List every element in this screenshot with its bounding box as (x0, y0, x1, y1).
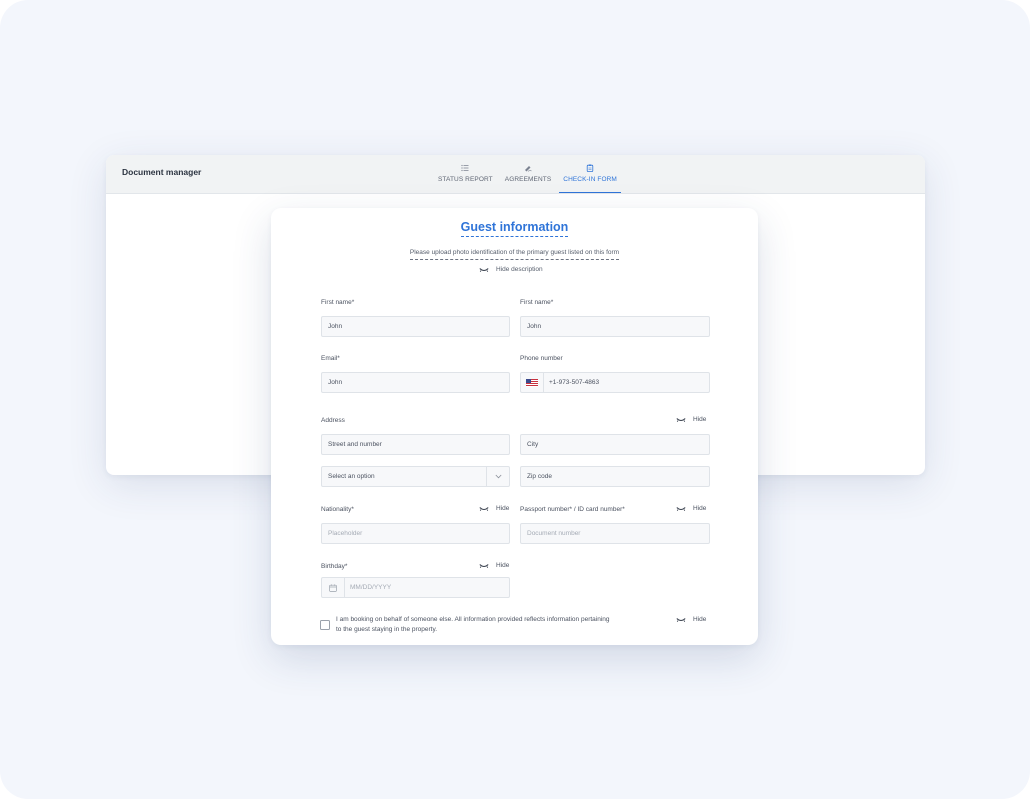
nationality-hide-toggle[interactable]: Hide (479, 505, 509, 512)
eye-closed-icon (676, 417, 686, 422)
birthday-input[interactable]: MM/DD/YYYY (321, 577, 510, 598)
email-field[interactable]: John (321, 372, 510, 393)
tab-check-in-form[interactable]: CHECK-IN FORM (559, 164, 621, 193)
hide-label: Hide (496, 562, 510, 569)
list-icon (461, 164, 469, 173)
address-label: Address (321, 417, 345, 424)
phone-field[interactable]: +1-973-507-4863 (520, 372, 710, 393)
birthday-label: Birthday* (321, 563, 348, 570)
eye-closed-icon (676, 506, 686, 511)
city-input[interactable]: City (520, 434, 710, 455)
tab-label: STATUS REPORT (438, 176, 493, 183)
hide-label: Hide (693, 616, 707, 623)
birthday-placeholder: MM/DD/YYYY (350, 584, 392, 591)
on-behalf-line-1: I am booking on behalf of someone else. … (336, 616, 610, 623)
hide-label: Hide (496, 505, 510, 512)
top-bar: Document manager STATUS REPORT AGREEMENT… (106, 155, 925, 194)
on-behalf-line-2: to the guest staying in the property. (336, 626, 438, 633)
nationality-input[interactable]: Placeholder (321, 523, 510, 544)
first-name-input[interactable]: John (321, 316, 510, 337)
select-value: Select an option (328, 473, 375, 480)
on-behalf-hide-toggle[interactable]: Hide (676, 616, 706, 623)
street-input[interactable]: Street and number (321, 434, 510, 455)
form-title-text: Guest information (460, 220, 569, 237)
chevron-down-icon[interactable] (486, 467, 509, 486)
calendar-icon[interactable] (322, 578, 345, 597)
eye-closed-icon (479, 506, 489, 511)
nationality-label: Nationality* (321, 506, 354, 513)
eye-closed-icon (676, 617, 686, 622)
first-name-input-2[interactable]: John (520, 316, 710, 337)
tab-status-report[interactable]: STATUS REPORT (434, 164, 497, 193)
tab-agreements[interactable]: AGREEMENTS (501, 164, 556, 193)
phone-label: Phone number (520, 355, 563, 362)
app-title: Document manager (122, 167, 202, 177)
tab-label: CHECK-IN FORM (563, 176, 617, 183)
hide-description-label: Hide description (496, 266, 543, 273)
hide-label: Hide (693, 416, 707, 423)
form-description: Please upload photo identification of th… (271, 249, 758, 260)
birthday-hide-toggle[interactable]: Hide (479, 562, 509, 569)
guest-information-card: Guest information Please upload photo id… (271, 208, 758, 645)
passport-hide-toggle[interactable]: Hide (676, 505, 706, 512)
on-behalf-checkbox[interactable] (320, 620, 330, 630)
page-background: Document manager STATUS REPORT AGREEMENT… (0, 0, 1030, 799)
zip-input[interactable]: Zip code (520, 466, 710, 487)
eye-closed-icon (479, 563, 489, 568)
passport-label: Passport number* / ID card number* (520, 506, 625, 513)
first-name-label: First name* (321, 299, 355, 306)
eye-closed-icon (479, 267, 489, 272)
hide-description-toggle[interactable]: Hide description (479, 266, 543, 273)
passport-input[interactable]: Document number (520, 523, 710, 544)
email-label: Email* (321, 355, 340, 362)
phone-value: +1-973-507-4863 (549, 379, 600, 386)
first-name-label-2: First name* (520, 299, 554, 306)
tab-label: AGREEMENTS (504, 176, 552, 183)
clipboard-icon (586, 164, 594, 173)
address-hide-toggle[interactable]: Hide (676, 416, 706, 423)
form-title: Guest information (271, 220, 758, 237)
tab-bar: STATUS REPORT AGREEMENTS CHECK-IN FORM (434, 164, 625, 193)
on-behalf-text: I am booking on behalf of someone else. … (336, 615, 636, 635)
form-description-text: Please upload photo identification of th… (409, 249, 620, 260)
us-flag-icon[interactable] (521, 373, 544, 392)
signature-icon (524, 164, 532, 173)
hide-label: Hide (693, 505, 707, 512)
region-select[interactable]: Select an option (321, 466, 510, 487)
